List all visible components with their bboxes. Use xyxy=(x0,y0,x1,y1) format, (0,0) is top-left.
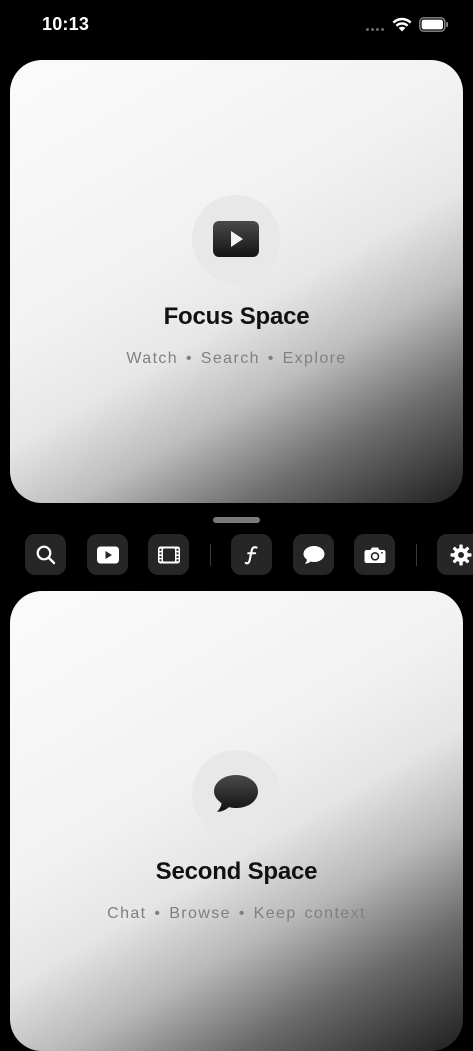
focus-space-card[interactable]: Focus Space Watch • Search • Explore xyxy=(10,60,463,503)
wifi-icon xyxy=(392,17,412,32)
search-icon xyxy=(36,545,55,564)
play-rectangle-icon xyxy=(213,221,259,257)
card-title: Second Space xyxy=(155,858,318,885)
cellular-signal-icon xyxy=(366,28,384,31)
second-space-card[interactable]: Second Space Chat • Browse • Keep contex… xyxy=(10,591,463,1051)
play-rectangle-icon xyxy=(96,546,119,563)
function-icon xyxy=(244,545,258,564)
chat-button[interactable] xyxy=(293,534,334,575)
film-strip-icon xyxy=(157,546,180,563)
gear-icon xyxy=(450,544,472,565)
status-bar: 10:13 xyxy=(0,0,473,52)
chat-bubble-icon xyxy=(214,775,258,812)
film-button[interactable] xyxy=(148,534,189,575)
card-subtitle: Chat • Browse • Keep context xyxy=(107,905,366,922)
split-divider-handle[interactable] xyxy=(213,517,260,523)
app-toolbar xyxy=(0,534,473,576)
toolbar-separator xyxy=(210,544,211,566)
function-button[interactable] xyxy=(231,534,272,575)
card-icon-circle xyxy=(192,195,280,283)
settings-button[interactable] xyxy=(437,534,473,575)
video-button[interactable] xyxy=(87,534,128,575)
camera-icon xyxy=(364,547,385,563)
card-title: Focus Space xyxy=(163,303,310,330)
search-button[interactable] xyxy=(25,534,66,575)
chat-bubble-icon xyxy=(303,545,324,564)
card-subtitle: Watch • Search • Explore xyxy=(126,350,347,367)
card-icon-circle xyxy=(192,750,280,838)
status-time: 10:13 xyxy=(42,14,90,34)
toolbar-separator xyxy=(416,544,417,566)
battery-icon xyxy=(419,17,448,32)
camera-button[interactable] xyxy=(354,534,395,575)
